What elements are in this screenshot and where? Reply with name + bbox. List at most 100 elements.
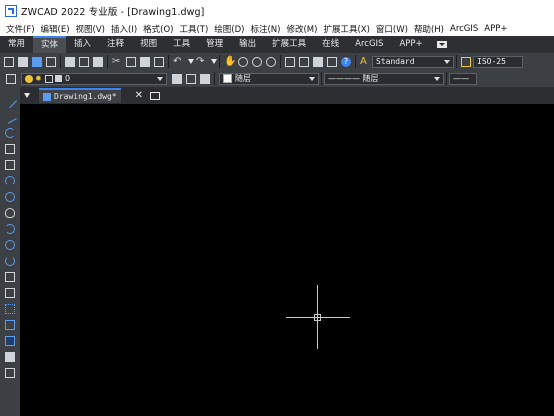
tab-common[interactable]: 常用 <box>0 36 33 53</box>
menu-help[interactable]: 帮助(H) <box>414 23 444 35</box>
tab-arcgis[interactable]: ArcGIS <box>347 36 391 53</box>
ellipse-arc-tool-icon[interactable] <box>5 256 15 266</box>
window-title: ZWCAD 2022 专业版 - [Drawing1.dwg] <box>21 6 205 18</box>
tab-tools[interactable]: 工具 <box>165 36 198 53</box>
point-tool-icon[interactable] <box>5 304 15 314</box>
tab-manage[interactable]: 管理 <box>198 36 231 53</box>
layer-value: 0 <box>65 74 71 83</box>
pan-icon[interactable]: ✋ <box>224 56 236 67</box>
tab-view[interactable]: 视图 <box>132 36 165 53</box>
menu-dimension[interactable]: 标注(N) <box>250 23 280 35</box>
copy-icon[interactable] <box>126 56 136 67</box>
sheet-set-icon[interactable] <box>327 56 337 67</box>
separator <box>355 55 356 68</box>
table-icon[interactable] <box>5 352 15 362</box>
chevron-down-icon[interactable] <box>188 59 194 64</box>
separator <box>168 55 169 68</box>
cloud-tool-icon[interactable] <box>5 208 15 218</box>
publish-icon[interactable] <box>93 56 103 67</box>
tab-solid[interactable]: 实体 <box>33 36 67 53</box>
preview-icon[interactable] <box>79 56 89 67</box>
open-icon[interactable] <box>18 56 28 67</box>
document-tabbar: Drawing1.dwg* ✕ <box>20 87 554 104</box>
dim-style-icon <box>461 56 471 67</box>
ribbon-toggle-icon[interactable] <box>436 41 447 48</box>
new-icon[interactable] <box>4 56 14 67</box>
mtext-icon[interactable] <box>5 368 15 378</box>
menu-file[interactable]: 文件(F) <box>6 23 35 35</box>
layer-states-icon[interactable] <box>200 73 210 84</box>
menu-appplus[interactable]: APP+ <box>484 24 507 34</box>
design-center-icon[interactable] <box>299 56 309 67</box>
arc-tool-icon[interactable] <box>5 128 15 138</box>
tab-online[interactable]: 在线 <box>314 36 347 53</box>
separator <box>446 72 447 85</box>
menu-window[interactable]: 窗口(W) <box>376 23 408 35</box>
tool-palette-icon[interactable] <box>313 56 323 67</box>
ellipse-tool-icon[interactable] <box>5 240 15 250</box>
tab-appplus[interactable]: APP+ <box>391 36 430 53</box>
layer-select[interactable]: ✹ 0 <box>21 72 167 85</box>
menu-draw[interactable]: 绘图(D) <box>214 23 244 35</box>
layer-manager-icon[interactable] <box>6 73 16 84</box>
menu-arcgis[interactable]: ArcGIS <box>450 24 478 34</box>
properties-icon[interactable] <box>285 56 295 67</box>
text-style-select[interactable]: Standard <box>372 55 454 68</box>
rectangle-tool-icon[interactable] <box>5 160 15 170</box>
tab-annotate[interactable]: 注释 <box>99 36 132 53</box>
undo-icon[interactable]: ↶ <box>173 56 183 67</box>
insert-block-icon[interactable] <box>5 272 15 282</box>
cut-icon[interactable]: ✂ <box>112 56 122 67</box>
zoom-previous-icon[interactable] <box>266 56 276 67</box>
redo-icon[interactable]: ↷ <box>196 56 206 67</box>
close-icon[interactable]: ✕ <box>135 90 143 101</box>
menu-format[interactable]: 格式(O) <box>143 23 173 35</box>
layer-current-icon[interactable] <box>172 73 182 84</box>
tab-insert[interactable]: 插入 <box>66 36 99 53</box>
drawing-file-icon <box>43 92 51 101</box>
arc-3point-tool-icon[interactable] <box>5 176 15 186</box>
new-tab-icon[interactable] <box>150 91 161 100</box>
tab-drawing1[interactable]: Drawing1.dwg* <box>39 88 121 103</box>
tab-ext-tools[interactable]: 扩展工具 <box>264 36 314 53</box>
line-tool-icon[interactable] <box>2 93 18 109</box>
circle-tool-icon[interactable] <box>5 192 15 202</box>
zoom-realtime-icon[interactable] <box>238 56 248 67</box>
menu-edit[interactable]: 编辑(E) <box>41 23 70 35</box>
polygon-tool-icon[interactable] <box>5 144 15 154</box>
menu-insert[interactable]: 插入(I) <box>111 23 137 35</box>
spline-tool-icon[interactable] <box>5 224 15 234</box>
chevron-down-icon <box>309 76 315 81</box>
separator <box>219 55 220 68</box>
help-icon[interactable]: ? <box>341 56 351 67</box>
gradient-icon[interactable] <box>5 336 15 346</box>
menu-modify[interactable]: 修改(M) <box>286 23 317 35</box>
draw-toolbar <box>0 87 20 416</box>
save-icon[interactable] <box>32 56 42 67</box>
lineweight-select[interactable]: —— <box>449 72 477 85</box>
menu-tools[interactable]: 工具(T) <box>179 23 208 35</box>
layer-previous-icon[interactable] <box>186 73 196 84</box>
chevron-down-icon[interactable] <box>24 93 30 98</box>
separator <box>60 55 61 68</box>
tab-output[interactable]: 输出 <box>231 36 264 53</box>
title-bar: ZWCAD 2022 专业版 - [Drawing1.dwg] <box>0 0 554 21</box>
layer-color-swatch <box>55 75 62 82</box>
paste-icon[interactable] <box>140 56 150 67</box>
dim-style-select[interactable]: ISO-25 <box>473 55 523 68</box>
polyline-tool-icon[interactable] <box>3 110 17 124</box>
print-icon[interactable] <box>65 56 75 67</box>
text-style-icon: A <box>360 55 367 67</box>
zoom-window-icon[interactable] <box>252 56 262 67</box>
menu-ext-tools[interactable]: 扩展工具(X) <box>323 23 369 35</box>
chevron-down-icon[interactable] <box>211 59 217 64</box>
linetype-select[interactable]: ———— 随层 <box>324 72 444 85</box>
match-properties-icon[interactable] <box>154 56 164 67</box>
drawing-canvas[interactable] <box>20 104 554 416</box>
separator <box>280 55 281 68</box>
hatch-icon[interactable] <box>5 320 15 330</box>
menu-view[interactable]: 视图(V) <box>76 23 105 35</box>
color-select[interactable]: 随层 <box>219 72 319 85</box>
save-as-icon[interactable] <box>46 56 56 67</box>
make-block-icon[interactable] <box>5 288 15 298</box>
